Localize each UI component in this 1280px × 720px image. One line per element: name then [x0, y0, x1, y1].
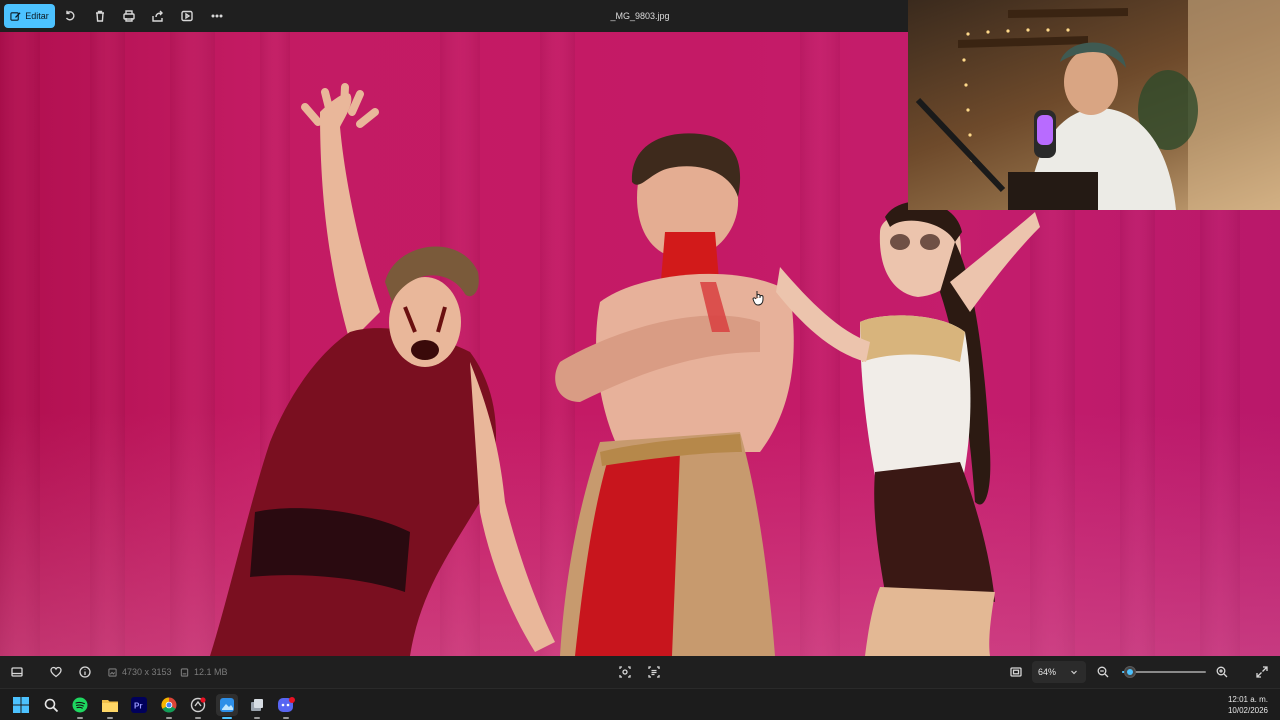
file-size-text: 12.1 MB — [194, 667, 228, 677]
clock-date: 10/02/2026 — [1227, 706, 1268, 715]
filmstrip-icon[interactable] — [9, 664, 25, 680]
storage-icon — [180, 667, 189, 677]
fullscreen-icon[interactable] — [1254, 664, 1270, 680]
app-icon[interactable] — [187, 694, 209, 719]
fit-window-icon[interactable] — [1008, 664, 1024, 680]
search-icon[interactable] — [40, 694, 62, 716]
zoom-value: 64% — [1038, 667, 1057, 677]
windows-start-icon[interactable] — [10, 694, 32, 716]
zoom-out-icon[interactable] — [1095, 664, 1111, 680]
taskbar: Pr 12:01 a. m. 10/02/2026 — [0, 688, 1280, 720]
favorite-icon[interactable] — [48, 664, 64, 680]
photos-icon[interactable] — [216, 694, 238, 719]
discord-icon[interactable] — [275, 694, 297, 719]
zoom-in-icon[interactable] — [1214, 664, 1230, 680]
ocr-icon[interactable] — [646, 664, 662, 680]
premiere-pro-icon[interactable]: Pr — [128, 694, 150, 716]
image-dimensions: 4730 x 3153 — [108, 667, 172, 677]
chrome-icon[interactable] — [158, 694, 180, 719]
app-icon[interactable] — [246, 694, 268, 719]
performer-center — [555, 133, 794, 656]
system-clock[interactable]: 12:01 a. m. 10/02/2026 — [1228, 694, 1268, 716]
file-size: 12.1 MB — [180, 667, 228, 677]
dimensions-text: 4730 x 3153 — [122, 667, 172, 677]
info-icon[interactable] — [77, 664, 93, 680]
info-bar: 4730 x 3153 12.1 MB 64% — [0, 656, 1280, 688]
zoom-slider[interactable] — [1122, 666, 1206, 678]
file-explorer-icon[interactable] — [99, 694, 121, 719]
svg-text:Pr: Pr — [134, 702, 142, 711]
spotify-icon[interactable] — [69, 694, 91, 719]
webcam-overlay — [908, 0, 1280, 210]
zoom-dropdown[interactable]: 64% — [1032, 661, 1086, 683]
clock-time: 12:01 a. m. — [1227, 695, 1268, 704]
hand-cursor-icon — [752, 291, 764, 306]
image-size-icon — [108, 667, 117, 677]
webcam-video — [915, 0, 1280, 210]
zoom-slider-thumb[interactable] — [1124, 666, 1137, 678]
crop-icon[interactable] — [617, 664, 633, 680]
chevron-down-icon — [1071, 670, 1077, 675]
